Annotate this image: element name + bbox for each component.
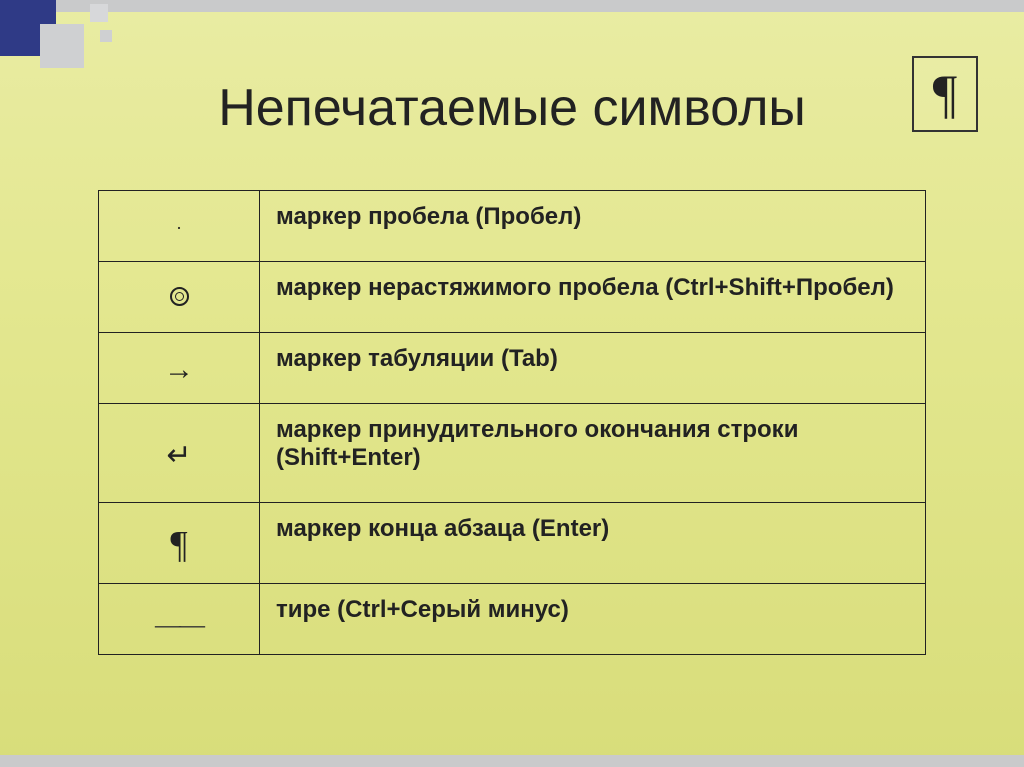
deco-square xyxy=(40,24,84,68)
corner-deco xyxy=(0,0,220,70)
table-row: ¶ маркер конца абзаца (Enter) xyxy=(99,503,926,584)
desc-cell: маркер принудительного окончания строки … xyxy=(260,404,926,503)
symbols-table: · маркер пробела (Пробел) маркер нерастя… xyxy=(98,190,926,655)
desc-cell: маркер табуляции (Tab) xyxy=(260,333,926,404)
table-row: ↵ маркер принудительного окончания строк… xyxy=(99,404,926,503)
slide: Непечатаемые символы ¶ · маркер пробела … xyxy=(0,0,1024,767)
desc-cell: маркер пробела (Пробел) xyxy=(260,191,926,262)
symbol-cell: ↵ xyxy=(99,404,260,503)
symbol-cell: → xyxy=(99,333,260,404)
table-row: маркер нерастяжимого пробела (Ctrl+Shift… xyxy=(99,262,926,333)
bottom-strip xyxy=(0,755,1024,767)
symbol-cell: · xyxy=(99,191,260,262)
symbol-cell: ¶ xyxy=(99,503,260,584)
symbol-cell: —— xyxy=(99,584,260,655)
table-row: —— тире (Ctrl+Серый минус) xyxy=(99,584,926,655)
page-title: Непечатаемые символы xyxy=(0,78,1024,138)
desc-cell: тире (Ctrl+Серый минус) xyxy=(260,584,926,655)
ring-icon xyxy=(170,287,189,306)
pilcrow-icon: ¶ xyxy=(912,56,978,132)
deco-square xyxy=(100,30,112,42)
table-row: → маркер табуляции (Tab) xyxy=(99,333,926,404)
desc-cell: маркер нерастяжимого пробела (Ctrl+Shift… xyxy=(260,262,926,333)
symbol-cell xyxy=(99,262,260,333)
table-row: · маркер пробела (Пробел) xyxy=(99,191,926,262)
desc-cell: маркер конца абзаца (Enter) xyxy=(260,503,926,584)
deco-square xyxy=(90,4,108,22)
